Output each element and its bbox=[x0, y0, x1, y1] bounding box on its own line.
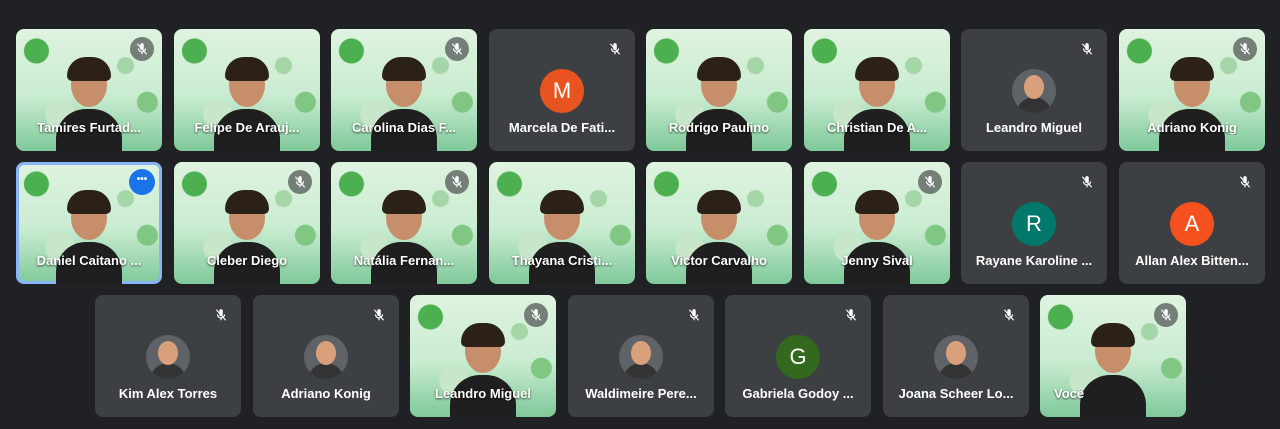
mic-off-icon bbox=[445, 37, 469, 61]
participant-photo bbox=[304, 335, 348, 379]
mic-off-icon bbox=[130, 37, 154, 61]
mic-off-icon bbox=[1075, 37, 1099, 61]
mic-off-icon bbox=[524, 303, 548, 327]
mic-off-icon bbox=[1233, 37, 1257, 61]
mic-off-icon bbox=[839, 303, 863, 327]
participant-tile[interactable]: Jenny Sival bbox=[804, 162, 950, 284]
participant-video bbox=[1159, 55, 1225, 151]
participant-tile[interactable]: Waldimeire Pere... bbox=[568, 295, 714, 417]
mic-off-icon bbox=[445, 170, 469, 194]
participant-tile[interactable]: Você bbox=[1040, 295, 1186, 417]
participant-video bbox=[844, 188, 910, 284]
participant-name: Leandro Miguel bbox=[434, 386, 532, 401]
participant-avatar: M bbox=[540, 69, 584, 113]
participant-video bbox=[844, 55, 910, 151]
participant-name: Natália Fernan... bbox=[353, 253, 455, 268]
participant-name: Marcela De Fati... bbox=[508, 120, 616, 135]
participant-name: Waldimeire Pere... bbox=[585, 386, 697, 401]
participant-name: Rodrigo Paulino bbox=[668, 120, 770, 135]
mic-off-icon bbox=[288, 170, 312, 194]
participant-name: Thayana Cristi... bbox=[511, 253, 613, 268]
participant-tile[interactable]: ••• Daniel Caitano ... bbox=[16, 162, 162, 284]
participant-tile[interactable]: Christian De A... bbox=[804, 29, 950, 151]
participant-tile[interactable]: Thayana Cristi... bbox=[489, 162, 635, 284]
participant-video bbox=[1080, 321, 1146, 417]
participant-name: Jenny Sival bbox=[841, 253, 913, 268]
participant-photo bbox=[934, 335, 978, 379]
participant-avatar: R bbox=[1012, 202, 1056, 246]
mic-off-icon bbox=[367, 303, 391, 327]
participant-name: Joana Scheer Lo... bbox=[898, 386, 1014, 401]
participant-tile[interactable]: Adriano Konig bbox=[253, 295, 399, 417]
participant-video bbox=[529, 188, 595, 284]
mic-off-icon bbox=[603, 37, 627, 61]
participant-video bbox=[214, 55, 280, 151]
participant-video bbox=[686, 55, 752, 151]
participant-photo bbox=[146, 335, 190, 379]
participant-tile[interactable]: Kim Alex Torres bbox=[95, 295, 241, 417]
participant-photo bbox=[1012, 69, 1056, 113]
participant-name: Carolina Dias F... bbox=[351, 120, 457, 135]
participant-tile[interactable]: R Rayane Karoline ... bbox=[961, 162, 1107, 284]
participant-tile[interactable]: Cleber Diego bbox=[174, 162, 320, 284]
participant-video bbox=[56, 188, 122, 284]
mic-off-icon bbox=[1233, 170, 1257, 194]
participant-name: Felipe De Arauj... bbox=[194, 120, 300, 135]
participant-name: Gabriela Godoy ... bbox=[742, 386, 854, 401]
participant-name: Kim Alex Torres bbox=[118, 386, 218, 401]
participant-tile[interactable]: Leandro Miguel bbox=[410, 295, 556, 417]
mic-off-icon bbox=[209, 303, 233, 327]
participant-tile[interactable]: Felipe De Arauj... bbox=[174, 29, 320, 151]
participant-video bbox=[686, 188, 752, 284]
participant-tile[interactable]: G Gabriela Godoy ... bbox=[725, 295, 871, 417]
participant-name: Leandro Miguel bbox=[985, 120, 1083, 135]
participant-name: Adriano Konig bbox=[281, 386, 371, 401]
participant-tile[interactable]: Carolina Dias F... bbox=[331, 29, 477, 151]
mic-off-icon bbox=[1154, 303, 1178, 327]
participant-name: Cleber Diego bbox=[206, 253, 288, 268]
mic-off-icon bbox=[997, 303, 1021, 327]
participant-tile[interactable]: M Marcela De Fati... bbox=[489, 29, 635, 151]
participant-name: Rayane Karoline ... bbox=[975, 253, 1093, 268]
mic-off-icon bbox=[682, 303, 706, 327]
participant-avatar: G bbox=[776, 335, 820, 379]
participant-video bbox=[371, 188, 437, 284]
participant-video bbox=[56, 55, 122, 151]
participant-name: Daniel Caitano ... bbox=[36, 253, 142, 268]
participant-name: Victor Carvalho bbox=[671, 253, 767, 268]
participant-tile[interactable]: Rodrigo Paulino bbox=[646, 29, 792, 151]
participant-video bbox=[450, 321, 516, 417]
participant-name: Tamires Furtad... bbox=[37, 120, 141, 135]
more-options-icon[interactable]: ••• bbox=[129, 169, 155, 195]
mic-off-icon bbox=[1075, 170, 1099, 194]
participant-tile[interactable]: Victor Carvalho bbox=[646, 162, 792, 284]
participant-tile[interactable]: A Allan Alex Bitten... bbox=[1119, 162, 1265, 284]
participant-tile[interactable]: Joana Scheer Lo... bbox=[883, 295, 1029, 417]
participant-avatar: A bbox=[1170, 202, 1214, 246]
participant-tile[interactable]: Tamires Furtad... bbox=[16, 29, 162, 151]
participant-name: Christian De A... bbox=[827, 120, 927, 135]
participant-tile[interactable]: Leandro Miguel bbox=[961, 29, 1107, 151]
participant-name: Você bbox=[1054, 386, 1085, 401]
participant-name: Allan Alex Bitten... bbox=[1135, 253, 1249, 268]
participant-video bbox=[214, 188, 280, 284]
participant-tile[interactable]: Natália Fernan... bbox=[331, 162, 477, 284]
participant-tile[interactable]: Adriano Konig bbox=[1119, 29, 1265, 151]
participant-name: Adriano Konig bbox=[1147, 120, 1237, 135]
participant-video bbox=[371, 55, 437, 151]
mic-off-icon bbox=[918, 170, 942, 194]
participant-photo bbox=[619, 335, 663, 379]
